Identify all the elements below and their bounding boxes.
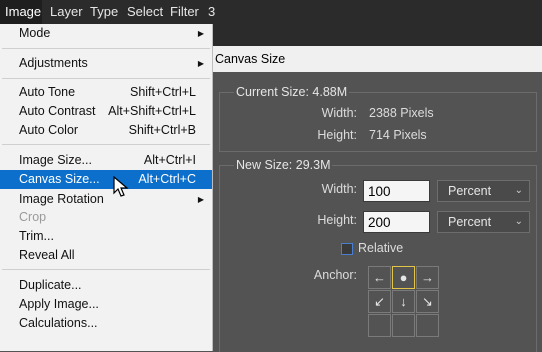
menu-item-label: Auto Contrast	[19, 104, 96, 118]
current-width-value: 2388 Pixels	[369, 106, 434, 120]
submenu-arrow-icon: ▶	[197, 59, 204, 68]
arrow-down-left-icon: ↙	[374, 294, 385, 309]
width-unit-select[interactable]: Percent ⌄	[437, 180, 530, 202]
menu-item-reveal-all[interactable]: Reveal All	[0, 246, 212, 265]
menu-item-label: Canvas Size...	[19, 172, 100, 186]
menu-item-mode[interactable]: Mode ▶	[0, 24, 212, 43]
menu-item-label: Image Rotation	[19, 192, 104, 206]
menu-item-duplicate[interactable]: Duplicate...	[0, 276, 212, 295]
current-height-value: 714 Pixels	[369, 128, 427, 142]
new-size-heading: New Size: 29.3M	[234, 158, 333, 172]
canvas-size-dialog: Canvas Size Current Size: 4.88M Width: 2…	[213, 46, 542, 352]
menu-item-image-size[interactable]: Image Size... Alt+Ctrl+I	[0, 151, 212, 170]
menu-image[interactable]: Image	[0, 0, 42, 24]
height-input[interactable]: 200	[363, 211, 430, 233]
menu-item-auto-contrast[interactable]: Auto Contrast Alt+Shift+Ctrl+L	[0, 102, 212, 121]
submenu-arrow-icon: ▶	[197, 195, 204, 204]
menu-item-crop: Crop	[0, 208, 212, 227]
current-size-group	[219, 92, 537, 152]
anchor-label: Anchor:	[313, 268, 357, 282]
menu-item-label: Mode	[19, 26, 51, 40]
anchor-middle-right[interactable]: ↘	[416, 290, 439, 313]
menu-item-label: Auto Color	[19, 123, 79, 137]
current-size-heading: Current Size: 4.88M	[234, 85, 350, 99]
menu-item-auto-tone[interactable]: Auto Tone Shift+Ctrl+L	[0, 83, 212, 102]
arrow-right-icon: →	[421, 270, 434, 285]
shortcut-text: Shift+Ctrl+B	[128, 123, 196, 137]
anchor-grid: ← ● → ↙ ↓ ↘	[368, 266, 440, 338]
menu-item-adjustments[interactable]: Adjustments ▶	[0, 54, 212, 73]
current-width-label: Width:	[321, 106, 357, 120]
app-background	[213, 24, 542, 46]
chevron-down-icon: ⌄	[514, 216, 523, 227]
height-unit-value: Percent	[448, 215, 492, 229]
anchor-top-left[interactable]: ←	[368, 266, 391, 289]
mouse-cursor-icon	[113, 176, 129, 197]
arrow-down-right-icon: ↘	[422, 294, 433, 309]
anchor-bottom-center[interactable]	[392, 314, 415, 337]
submenu-arrow-icon: ▶	[197, 29, 204, 38]
anchor-middle-left[interactable]: ↙	[368, 290, 391, 313]
menu-item-apply-image[interactable]: Apply Image...	[0, 295, 212, 314]
menu-item-label: Apply Image...	[19, 297, 99, 311]
menu-item-label: Trim...	[19, 229, 54, 243]
menu-item-auto-color[interactable]: Auto Color Shift+Ctrl+B	[0, 121, 212, 140]
menu-separator	[2, 78, 210, 79]
relative-label: Relative	[358, 241, 404, 255]
menu-item-label: Calculations...	[19, 316, 98, 330]
menu-item-label: Auto Tone	[19, 85, 76, 99]
shortcut-text: Alt+Ctrl+I	[143, 153, 196, 167]
anchor-bottom-right[interactable]	[416, 314, 439, 337]
anchor-top-center[interactable]: ●	[392, 266, 415, 289]
chevron-down-icon: ⌄	[514, 185, 523, 196]
width-unit-value: Percent	[448, 184, 492, 198]
new-height-label: Height:	[317, 213, 357, 227]
anchor-center[interactable]: ↓	[392, 290, 415, 313]
menu-layer[interactable]: Layer	[50, 0, 83, 24]
menu-separator	[2, 144, 210, 145]
arrow-down-icon: ↓	[400, 294, 407, 309]
menu-item-image-rotation[interactable]: Image Rotation ▶	[0, 190, 212, 209]
menu-filter[interactable]: Filter	[170, 0, 199, 24]
menu-3d[interactable]: 3	[208, 0, 215, 24]
menu-item-calculations[interactable]: Calculations...	[0, 314, 212, 333]
arrow-left-icon: ←	[373, 270, 386, 285]
menu-item-trim[interactable]: Trim...	[0, 227, 212, 246]
menu-item-label: Duplicate...	[19, 278, 82, 292]
shortcut-text: Alt+Ctrl+C	[138, 172, 196, 186]
dialog-titlebar: Canvas Size	[213, 46, 542, 72]
current-height-label: Height:	[317, 128, 357, 142]
shortcut-text: Alt+Shift+Ctrl+L	[108, 104, 196, 118]
menu-separator	[2, 269, 210, 270]
anchor-dot-icon: ●	[399, 270, 408, 285]
menu-type[interactable]: Type	[90, 0, 118, 24]
image-menu-dropdown: Mode ▶ Adjustments ▶ Auto Tone Shift+Ctr…	[0, 24, 213, 351]
relative-checkbox[interactable]	[341, 243, 353, 255]
menu-item-label: Reveal All	[19, 248, 75, 262]
width-input[interactable]: 100	[363, 180, 430, 202]
menu-item-label: Crop	[19, 210, 47, 224]
shortcut-text: Shift+Ctrl+L	[129, 85, 196, 99]
menu-bar: Image Layer Type Select Filter 3	[0, 0, 542, 24]
dialog-title: Canvas Size	[215, 52, 286, 66]
new-width-label: Width:	[321, 182, 357, 196]
menu-separator	[2, 48, 210, 49]
anchor-bottom-left[interactable]	[368, 314, 391, 337]
menu-item-label: Adjustments	[19, 56, 88, 70]
height-unit-select[interactable]: Percent ⌄	[437, 211, 530, 233]
menu-item-canvas-size[interactable]: Canvas Size... Alt+Ctrl+C	[0, 170, 212, 189]
anchor-top-right[interactable]: →	[416, 266, 439, 289]
menu-select[interactable]: Select	[127, 0, 163, 24]
menu-item-label: Image Size...	[19, 153, 92, 167]
